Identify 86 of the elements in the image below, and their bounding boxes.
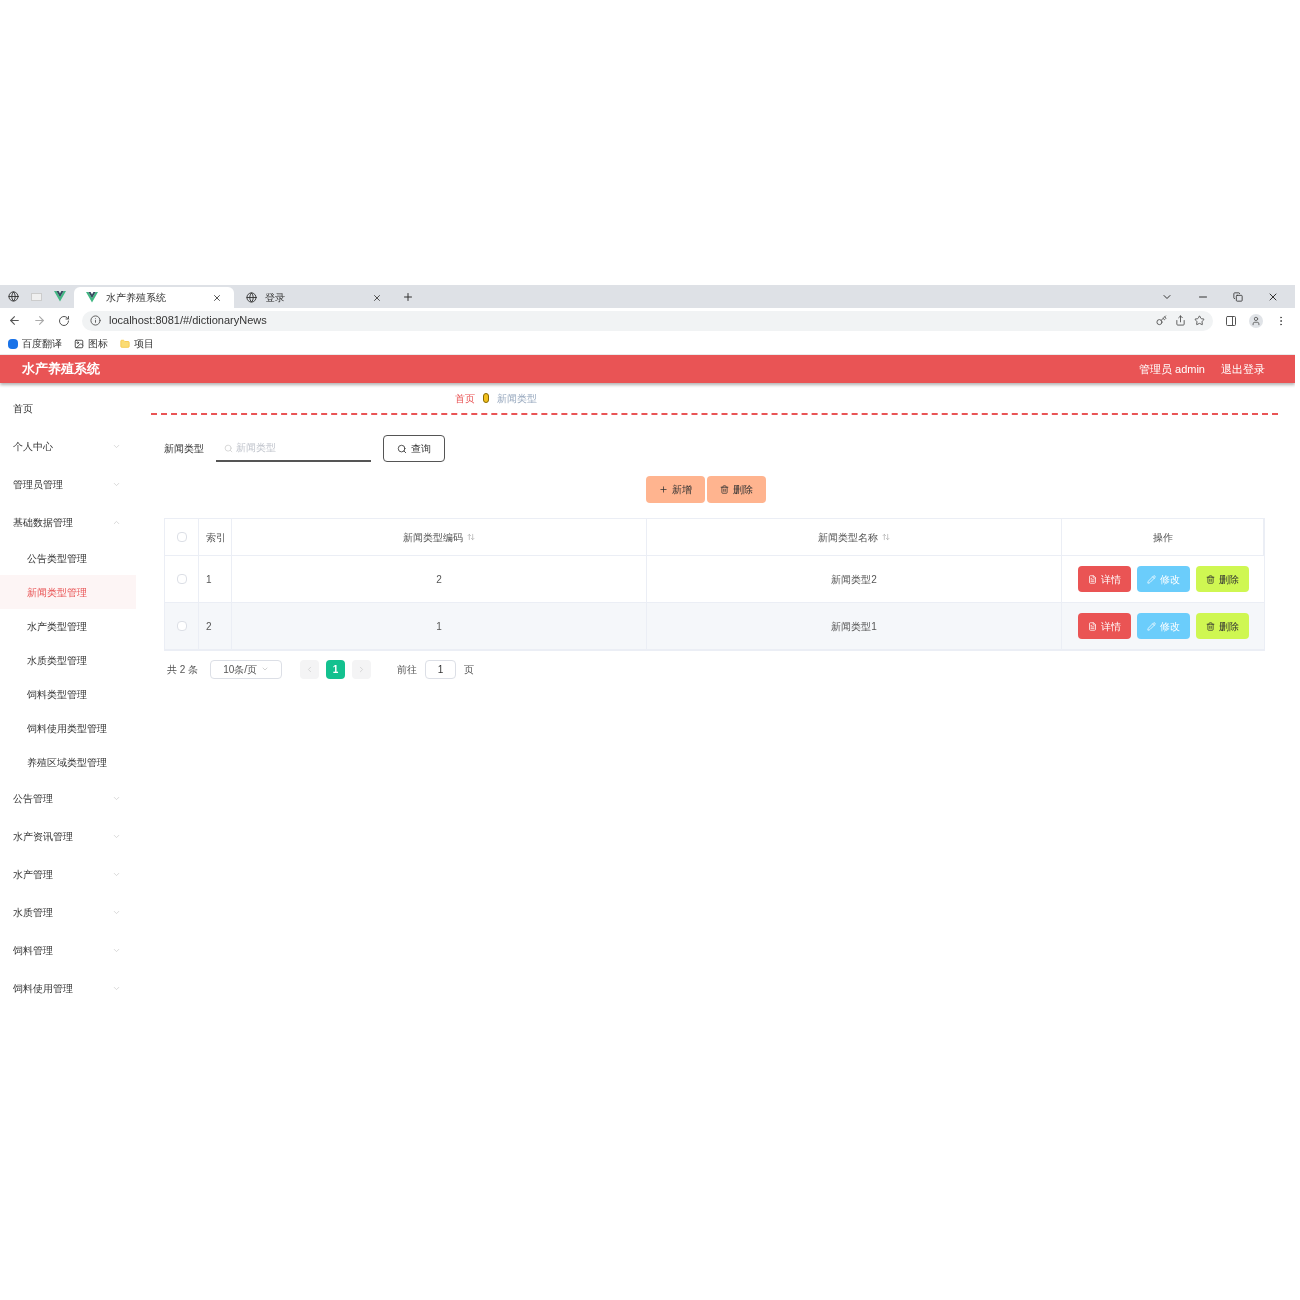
- page-unit: 页: [464, 662, 475, 677]
- restore-icon[interactable]: [1233, 291, 1243, 302]
- pencil-icon: [1146, 621, 1156, 631]
- globe-icon[interactable]: [8, 291, 19, 302]
- search-label: 新闻类型: [164, 442, 204, 456]
- query-button[interactable]: 查询: [383, 435, 445, 462]
- logout-link[interactable]: 退出登录: [1221, 360, 1265, 378]
- table-cell-text: 1: [206, 572, 212, 587]
- bookmark[interactable]: 项目: [134, 336, 154, 351]
- pencil-icon: [1146, 574, 1156, 584]
- search-icon: [224, 443, 233, 453]
- key-icon[interactable]: [1156, 315, 1167, 326]
- document-icon: [1087, 574, 1097, 584]
- table-cell-text: 2: [206, 619, 212, 634]
- search-icon: [397, 443, 407, 454]
- bookmark[interactable]: 百度翻译: [22, 336, 62, 351]
- forward-icon[interactable]: [33, 314, 46, 327]
- sidebar-item[interactable]: 饲料管理: [0, 931, 136, 969]
- column-header: 新闻类型编码: [403, 530, 463, 545]
- sidebar-subitem[interactable]: 公告类型管理: [0, 541, 136, 575]
- sidebar-item[interactable]: 基础数据管理: [0, 503, 136, 541]
- globe-icon: [246, 292, 257, 303]
- sidebar-item[interactable]: 水产资讯管理: [0, 817, 136, 855]
- trash-icon: [1205, 621, 1215, 631]
- delete-button[interactable]: 删除: [1195, 613, 1249, 639]
- app-title: 水产养殖系统: [22, 360, 100, 379]
- sidebar-item[interactable]: 水质管理: [0, 893, 136, 931]
- chevron-down-icon: [261, 665, 270, 673]
- v-logo-icon: [54, 291, 66, 302]
- add-button[interactable]: 新增: [645, 476, 705, 503]
- total-count: 共 2 条: [167, 662, 199, 677]
- column-header: 操作: [1152, 530, 1173, 545]
- bookmark[interactable]: 图标: [88, 336, 108, 351]
- detail-button[interactable]: 详情: [1077, 566, 1131, 592]
- v-logo-icon: [86, 292, 98, 303]
- breadcrumb-link[interactable]: 首页: [455, 390, 475, 406]
- detail-button[interactable]: 详情: [1077, 613, 1131, 639]
- sidebar-item[interactable]: 管理员管理: [0, 465, 136, 503]
- browser-tab[interactable]: 水产养殖系统: [74, 287, 234, 308]
- trash-icon: [719, 485, 729, 494]
- sidebar-item[interactable]: 首页: [0, 389, 136, 427]
- info-icon: [90, 315, 101, 326]
- sidebar-subitem[interactable]: 养殖区域类型管理: [0, 745, 136, 779]
- checkbox[interactable]: [176, 532, 187, 542]
- close-icon[interactable]: [372, 292, 382, 303]
- plus-icon: [658, 485, 668, 494]
- folder-icon: [120, 338, 130, 349]
- document-icon: [1087, 621, 1097, 631]
- delete-button[interactable]: 删除: [1195, 566, 1249, 592]
- column-header: 索引: [206, 530, 226, 545]
- address-bar[interactable]: localhost:8081/#/dictionaryNews: [82, 310, 1213, 331]
- table-cell-text: 1: [436, 619, 442, 634]
- column-header: 新闻类型名称: [818, 530, 878, 545]
- image-icon: [74, 338, 84, 349]
- sidebar-item[interactable]: 水产管理: [0, 855, 136, 893]
- user-label: 管理员 admin: [1138, 361, 1205, 377]
- url-text: localhost:8081/#/dictionaryNews: [109, 313, 268, 329]
- profile-avatar[interactable]: [1249, 313, 1263, 328]
- close-icon[interactable]: [212, 292, 222, 303]
- sidebar-subitem[interactable]: 水质类型管理: [0, 643, 136, 677]
- sidebar-item[interactable]: 公告管理: [0, 779, 136, 817]
- sidebar-item[interactable]: 饲料使用管理: [0, 969, 136, 1007]
- sidebar-subitem[interactable]: 饲料使用类型管理: [0, 711, 136, 745]
- sidebar-item[interactable]: 个人中心: [0, 427, 136, 465]
- star-icon[interactable]: [1194, 315, 1205, 326]
- trash-icon: [1205, 574, 1215, 584]
- table-cell-text: 新闻类型1: [831, 619, 877, 634]
- browser-tab[interactable]: 登录: [234, 287, 394, 308]
- sidebar-subitem[interactable]: 水产类型管理: [0, 609, 136, 643]
- delete-button[interactable]: 删除: [706, 476, 766, 503]
- translate-icon: [8, 338, 18, 349]
- sidebar-subitem[interactable]: 新闻类型管理: [0, 575, 136, 609]
- goto-label: 前往: [397, 662, 418, 677]
- back-icon[interactable]: [8, 314, 21, 327]
- checkbox[interactable]: [176, 574, 187, 584]
- new-tab-icon[interactable]: [402, 291, 414, 303]
- checkbox[interactable]: [176, 621, 187, 631]
- sidebar-subitem[interactable]: 饲料类型管理: [0, 677, 136, 711]
- breadcrumb-current: 新闻类型: [497, 391, 537, 406]
- share-icon[interactable]: [1175, 315, 1186, 326]
- side-panel-icon[interactable]: [1225, 314, 1237, 327]
- page-size-select[interactable]: 10条/页: [210, 659, 283, 679]
- table-cell-text: 新闻类型2: [831, 572, 877, 587]
- page-input[interactable]: 1: [425, 659, 457, 679]
- reload-icon[interactable]: [58, 314, 70, 327]
- table-cell-text: 2: [436, 572, 442, 587]
